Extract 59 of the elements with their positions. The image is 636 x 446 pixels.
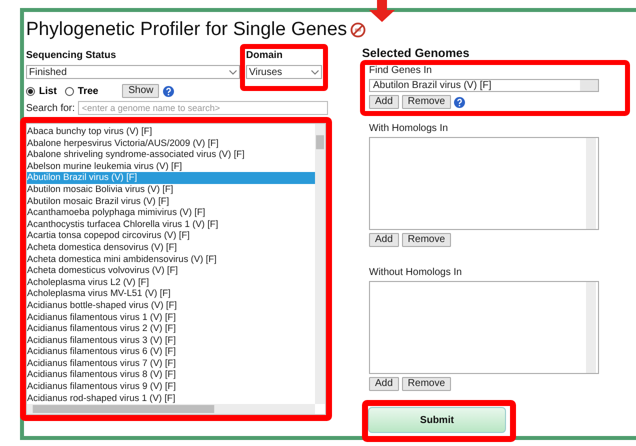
scrollbar[interactable] <box>586 282 596 373</box>
radio-button[interactable] <box>26 86 35 96</box>
genome-list-item[interactable]: Acidianus filamentous virus 1 (V) [F] <box>27 312 315 324</box>
remove-button[interactable]: Remove <box>402 233 452 247</box>
scrollbar[interactable] <box>27 404 315 414</box>
add-button[interactable]: Add <box>369 233 399 247</box>
help-icon[interactable] <box>454 96 466 108</box>
genome-list-item[interactable]: Acheta domesticus volvovirus (V) [F] <box>27 265 315 277</box>
genome-list-item[interactable]: Acholeplasma virus MV-L51 (V) [F] <box>27 288 315 300</box>
sequencing-status-select[interactable]: Finished <box>26 65 240 79</box>
genome-list-item[interactable]: Acidianus filamentous virus 2 (V) [F] <box>27 323 315 335</box>
genome-list-item[interactable]: Acidianus filamentous virus 8 (V) [F] <box>27 369 315 382</box>
genome-list-item[interactable]: Abalone herpesvirus Victoria/AUS/2009 (V) [F] <box>27 138 315 150</box>
radio-label: List <box>39 86 57 96</box>
genome-list-item[interactable]: Acheta domestica mini ambidensovirus (V) [F] <box>27 254 315 266</box>
page-title: Phylogenetic Profiler for Single Genes <box>26 19 348 41</box>
caret-icon <box>229 70 237 74</box>
genome-list-item[interactable]: Acidianus filamentous virus 7 (V) [F] <box>27 358 315 370</box>
remove-button[interactable]: Remove <box>402 95 452 109</box>
field-label: Find Genes In <box>369 65 433 76</box>
genome-list-item[interactable]: Abutilon mosaic Brazil virus (V) [F] <box>27 196 315 208</box>
genome-box[interactable] <box>369 137 599 230</box>
genome-list-item[interactable]: Abalone shriveling syndrome-associated virus (V) [F] <box>27 149 315 161</box>
domain-select[interactable]: Viruses <box>246 65 322 79</box>
search-label: Search for: <box>26 102 75 114</box>
field-label: Sequencing Status <box>26 50 118 61</box>
radio-button[interactable] <box>64 86 74 96</box>
caret-icon <box>311 70 319 74</box>
genome-list-item[interactable]: Acartia tonsa copepod circovirus (V) [F] <box>27 230 315 242</box>
genome-list-item[interactable]: Acanthocystis turfacea Chlorella virus 1 (V) [F] <box>27 218 315 230</box>
add-button[interactable]: Add <box>369 377 399 391</box>
genome-list-item[interactable]: Acanthamoeba polyphaga mimivirus (V) [F] <box>27 207 315 219</box>
genome-list-item[interactable]: Abaca bunchy top virus (V) [F] <box>27 126 315 138</box>
search-field[interactable]: <enter a genome name to search> <box>78 101 328 115</box>
genome-list-item[interactable]: Acholeplasma virus L2 (V) [F] <box>27 276 315 288</box>
genome-list-item[interactable]: Acidianus filamentous virus 9 (V) [F] <box>27 381 315 393</box>
help-icon[interactable] <box>163 86 174 96</box>
genome-box[interactable] <box>369 281 599 374</box>
field-label: Domain <box>246 50 284 61</box>
genome-list-item[interactable]: Acidianus bottle-shaped virus (V) [F] <box>27 300 315 312</box>
genome-list-item[interactable]: Acidianus filamentous virus 6 (V) [F] <box>27 346 315 358</box>
submit-button[interactable]: Submit <box>368 407 506 433</box>
genome-list-item[interactable]: Acidianus filamentous virus 3 (V) [F] <box>27 334 315 346</box>
genome-list-item[interactable]: Abutilon mosaic Bolivia virus (V) [F] <box>27 184 315 196</box>
radio-label: Tree <box>78 86 98 96</box>
add-button[interactable]: Add <box>369 95 399 109</box>
scrollbar[interactable] <box>315 124 325 404</box>
scrollbar[interactable] <box>586 138 596 229</box>
arrow-drawing <box>368 0 396 22</box>
section-title: Selected Genomes <box>362 46 470 60</box>
no-entry-icon <box>350 22 366 38</box>
field-label: With Homologs In <box>369 123 449 134</box>
show-button[interactable]: Show <box>122 84 160 98</box>
remove-button[interactable]: Remove <box>402 377 452 391</box>
field-label: Without Homologs In <box>369 267 463 278</box>
genome-list-item[interactable]: Acheta domestica densovirus (V) [F] <box>27 242 315 254</box>
genome-list-item[interactable]: Acidianus rod-shaped virus 1 (V) [F] <box>27 392 315 404</box>
genome-field[interactable]: Abutilon Brazil virus (V) [F] <box>369 79 599 92</box>
genome-list-item[interactable]: Abelson murine leukemia virus (V) [F] <box>27 160 315 172</box>
